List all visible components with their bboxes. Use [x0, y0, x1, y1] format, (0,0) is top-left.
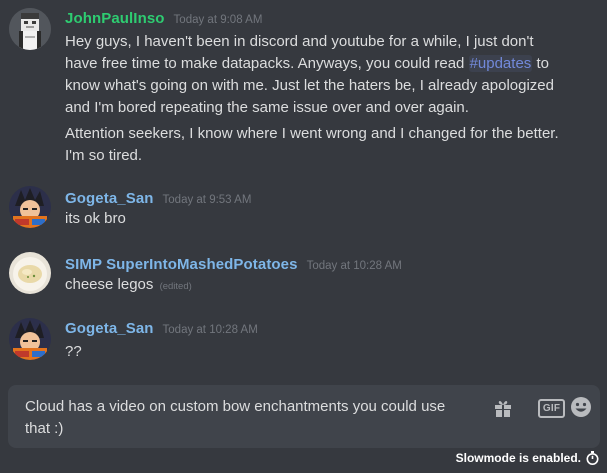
message-content: cheese legos (edited)	[65, 274, 565, 298]
avatar[interactable]	[9, 318, 51, 360]
timestamp: Today at 10:28 AM	[162, 324, 258, 336]
gift-icon[interactable]	[492, 397, 514, 419]
message-text: its ok bro	[65, 210, 126, 227]
message-content: Hey guys, I haven't been in discord and …	[65, 31, 565, 167]
message-text: cheese legos	[65, 276, 154, 293]
timestamp: Today at 9:08 AM	[173, 14, 263, 26]
message-content: its ok bro	[65, 208, 565, 230]
avatar[interactable]	[9, 186, 51, 228]
timestamp: Today at 9:53 AM	[162, 194, 252, 206]
author-name[interactable]: JohnPaulInso	[65, 10, 165, 27]
message-text: Hey guys, I haven't been in discord and …	[65, 33, 534, 72]
message-composer[interactable]: Cloud has a video on custom bow enchantm…	[8, 385, 600, 448]
gif-label: GIF	[542, 403, 561, 414]
avatar[interactable]	[9, 8, 51, 50]
message-content: ??	[65, 341, 565, 363]
author-name[interactable]: Gogeta_San	[65, 320, 154, 337]
timestamp: Today at 10:28 AM	[306, 260, 402, 272]
slowmode-text: Slowmode is enabled.	[455, 451, 581, 465]
avatar[interactable]	[9, 252, 51, 294]
stopwatch-icon	[586, 451, 599, 465]
edited-label: (edited)	[159, 281, 192, 292]
emoji-icon[interactable]	[570, 396, 592, 418]
chat-messages: JohnPaulInso Today at 9:08 AM Hey guys, …	[0, 0, 607, 473]
author-name[interactable]: Gogeta_San	[65, 190, 154, 207]
message-paragraph: Hey guys, I haven't been in discord and …	[65, 31, 565, 119]
message-text: ??	[65, 343, 82, 360]
message-input[interactable]: Cloud has a video on custom bow enchantm…	[25, 396, 465, 440]
channel-mention[interactable]: #updates	[468, 55, 533, 72]
author-name[interactable]: SIMP SuperIntoMashedPotatoes	[65, 256, 298, 273]
gif-button[interactable]: GIF	[538, 399, 565, 418]
message-paragraph: Attention seekers, I know where I went w…	[65, 125, 559, 164]
slowmode-indicator: Slowmode is enabled.	[456, 451, 599, 465]
